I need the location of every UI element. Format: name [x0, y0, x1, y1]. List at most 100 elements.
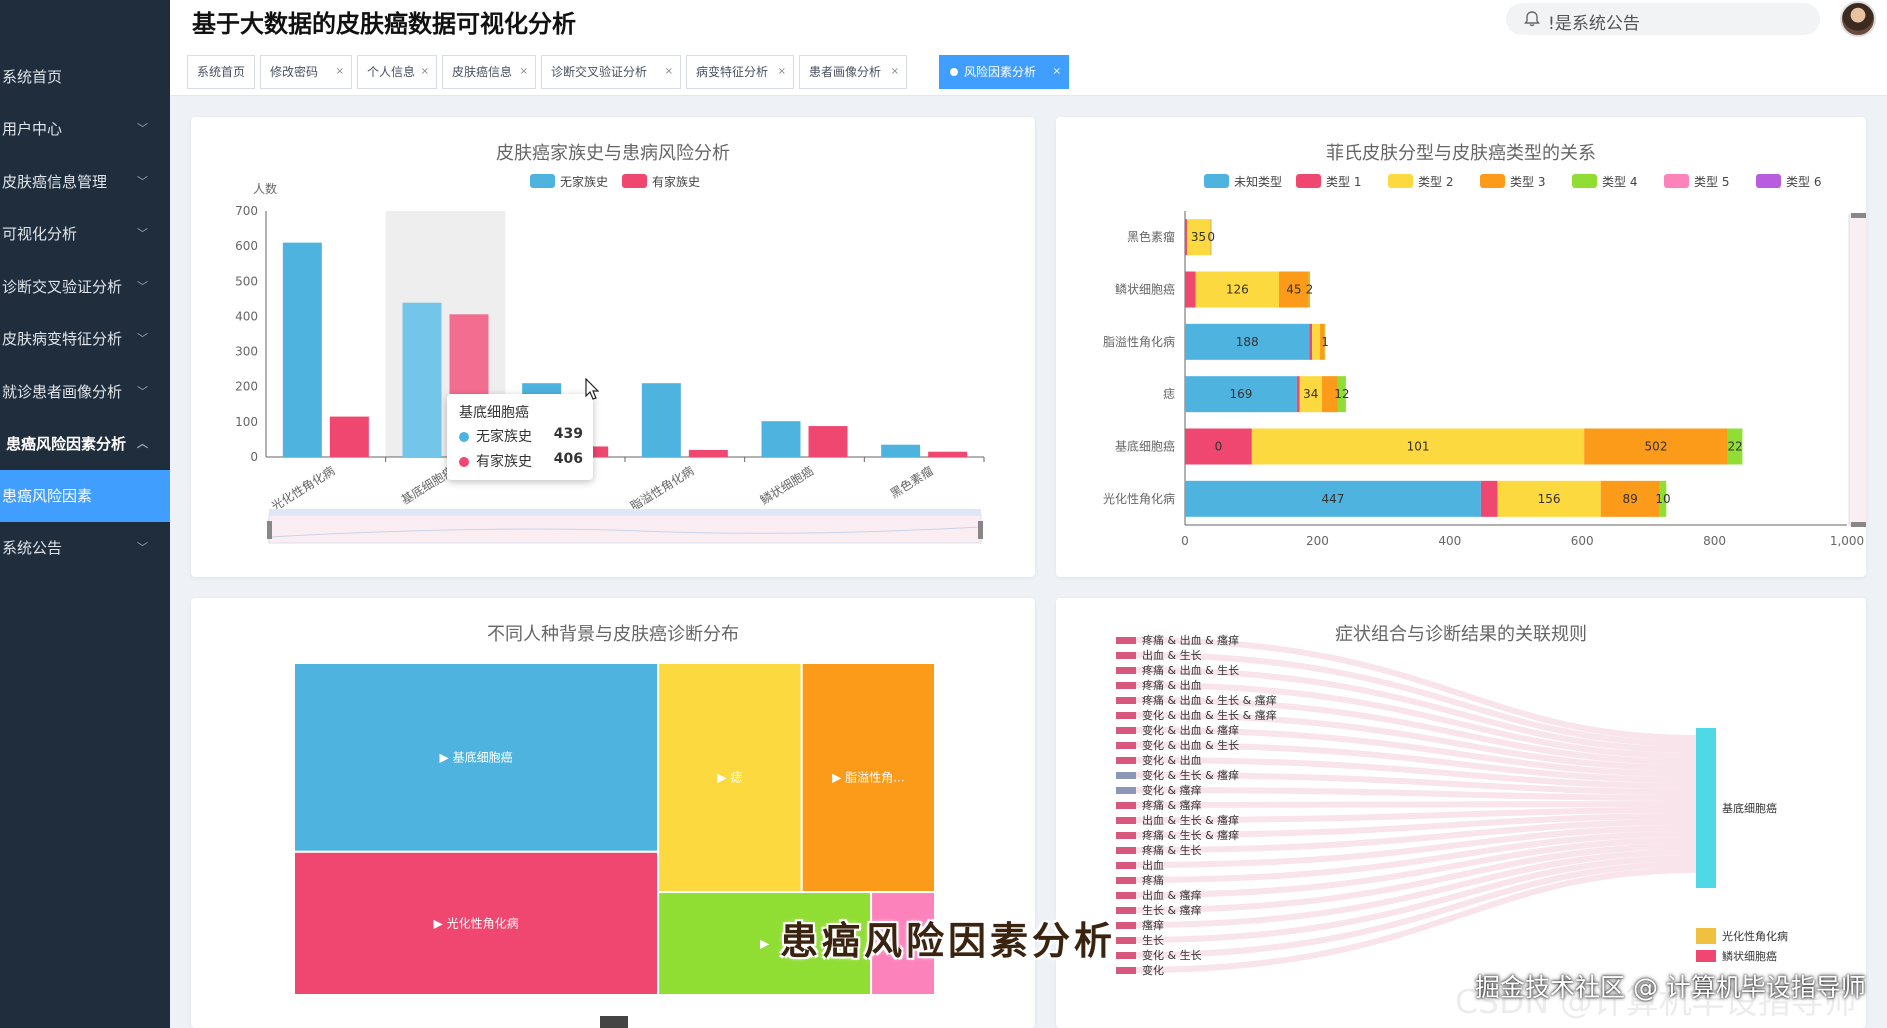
sankey-source-label: 疼痛: [1142, 873, 1164, 887]
sidebar-item-home[interactable]: 系统首页: [0, 51, 170, 103]
tab-label: 病变特征分析: [696, 65, 769, 79]
sidebar-item-risk-factors[interactable]: 患癌风险因素: [0, 470, 170, 522]
tab-skin-cancer-info[interactable]: 皮肤癌信息 ×: [442, 55, 536, 89]
sankey-source-node: [1116, 802, 1136, 809]
close-icon[interactable]: ×: [520, 56, 528, 88]
legend-label: 类型 6: [1786, 175, 1821, 189]
legend-swatch: [1204, 174, 1229, 188]
stacked-bar-segment: [1296, 376, 1300, 413]
data-label: 89: [1623, 492, 1638, 506]
x-tick-label: 黑色素瘤: [887, 463, 936, 501]
sidebar-item-lesion-features[interactable]: 皮肤病变特征分析 ﹀: [0, 313, 170, 365]
x-tick-label: 0: [1181, 534, 1189, 548]
sankey-source-label: 疼痛 & 出血 & 瘙痒: [1142, 633, 1239, 647]
sankey-source-label: 疼痛 & 瘙痒: [1142, 798, 1202, 812]
legend-label: 未知类型: [1234, 175, 1282, 189]
data-label: 502: [1645, 440, 1668, 454]
tab-change-password[interactable]: 修改密码 ×: [260, 55, 352, 89]
sankey-source-node: [1116, 727, 1136, 734]
tooltip-title: 基底细胞癌: [459, 405, 529, 421]
sankey-source-node: [1116, 922, 1136, 929]
legend-swatch: [1664, 174, 1689, 188]
y-tick-label: 光化性角化病: [1103, 491, 1175, 506]
tab-cross-validation[interactable]: 诊断交叉验证分析 ×: [541, 55, 681, 89]
chevron-down-icon: ﹀: [137, 175, 148, 188]
sankey-source-node: [1116, 967, 1136, 974]
sankey-source-label: 疼痛 & 生长: [1142, 843, 1202, 857]
sidebar: 系统首页 用户中心 ﹀ 皮肤癌信息管理 ﹀ 可视化分析 ﹀ 诊断交叉验证分析 ﹀ 皮肤病…: [0, 0, 170, 1028]
close-icon[interactable]: ×: [665, 56, 673, 88]
sankey-source-label: 变化 & 出血: [1142, 753, 1202, 767]
zoom-handle-right: [978, 521, 983, 539]
sidebar-item-announcements[interactable]: 系统公告 ﹀: [0, 522, 170, 574]
chart-tooltip: 基底细胞癌 无家族史 439 有家族史 406: [447, 394, 593, 480]
sankey-source-node: [1116, 847, 1136, 854]
chevron-down-icon: ﹀: [137, 541, 148, 554]
tooltip-series-name: 无家族史: [476, 429, 532, 445]
zoom-slider-track: [1848, 214, 1866, 526]
tab-profile[interactable]: 个人信息 ×: [357, 55, 437, 89]
sidebar-item-user-center[interactable]: 用户中心 ﹀: [0, 103, 170, 155]
association-sankey-chart: 疼痛 & 出血 & 瘙痒出血 & 生长疼痛 & 出血 & 生长疼痛 & 出血疼痛…: [1116, 633, 1788, 977]
y-tick-label: 200: [235, 380, 258, 394]
x-tick-label: 400: [1438, 534, 1461, 548]
close-icon[interactable]: ×: [1053, 56, 1061, 88]
tab-patient-profile[interactable]: 患者画像分析 ×: [799, 55, 907, 89]
sankey-source-node: [1116, 817, 1136, 824]
chevron-down-icon: ﹀: [137, 332, 148, 345]
sankey-source-label: 疼痛 & 生长 & 瘙痒: [1142, 828, 1239, 842]
tab-risk-factor-analysis[interactable]: 风险因素分析 ×: [939, 55, 1069, 89]
legend-label: 无家族史: [560, 174, 608, 189]
chevron-down-icon: ﹀: [137, 385, 148, 398]
tab-lesion-analysis[interactable]: 病变特征分析 ×: [686, 55, 794, 89]
notice-search-box[interactable]: !是系统公告: [1506, 3, 1820, 35]
notice-placeholder: !是系统公告: [1548, 14, 1640, 34]
sidebar-item-label: 患癌风险因素: [2, 487, 93, 505]
sidebar-item-patient-profile[interactable]: 就诊患者画像分析 ﹀: [0, 366, 170, 418]
sankey-source-node: [1116, 712, 1136, 719]
sankey-source-node: [1116, 892, 1136, 899]
x-tick-label: 600: [1571, 534, 1594, 548]
y-tick-label: 300: [235, 345, 258, 359]
y-tick-label: 黑色素瘤: [1127, 229, 1175, 244]
close-icon[interactable]: ×: [421, 56, 429, 88]
y-tick-label: 600: [235, 239, 258, 253]
close-icon[interactable]: ×: [778, 56, 786, 88]
sidebar-item-label: 诊断交叉验证分析: [2, 278, 123, 296]
treemap-label: ▶ 脂溢性角...: [832, 770, 905, 785]
sidebar-item-label: 皮肤病变特征分析: [2, 330, 123, 348]
bar: [808, 426, 848, 457]
sidebar-item-cross-validation[interactable]: 诊断交叉验证分析 ﹀: [0, 261, 170, 313]
y-axis-label: 人数: [253, 181, 277, 196]
legend-swatch: [1296, 174, 1321, 188]
data-label: 126: [1226, 283, 1249, 297]
data-label: 12: [1334, 387, 1349, 401]
sankey-source-label: 疼痛 & 出血 & 生长: [1142, 663, 1239, 677]
sidebar-item-skin-cancer-info[interactable]: 皮肤癌信息管理 ﹀: [0, 156, 170, 208]
zoom-handle-top: [1851, 213, 1866, 218]
data-label: 45: [1286, 283, 1301, 297]
close-icon[interactable]: ×: [891, 56, 899, 88]
sankey-source-node: [1116, 862, 1136, 869]
legend-swatch: [1480, 174, 1505, 188]
tab-home[interactable]: 系统首页: [187, 55, 255, 89]
sankey-source-node: [1116, 952, 1136, 959]
scrollbar-thumb[interactable]: [600, 1016, 628, 1028]
sankey-source-node: [1116, 877, 1136, 884]
sidebar-item-visualization[interactable]: 可视化分析 ﹀: [0, 208, 170, 260]
sankey-source-node: [1116, 682, 1136, 689]
app-title: 基于大数据的皮肤癌数据可视化分析: [192, 10, 576, 38]
x-tick-label: 200: [1306, 534, 1329, 548]
sidebar-item-risk-factor-analysis[interactable]: 患癌风险因素分析 ︿: [0, 418, 170, 470]
data-label: 35: [1191, 230, 1206, 244]
data-label: 169: [1229, 387, 1252, 401]
sidebar-item-label: 就诊患者画像分析: [2, 383, 123, 401]
sankey-source-label: 出血 & 生长 & 瘙痒: [1142, 813, 1239, 827]
avatar[interactable]: [1840, 1, 1876, 37]
data-label: 34: [1303, 387, 1318, 401]
sidebar-item-label: 皮肤癌信息管理: [2, 173, 108, 191]
fitzpatrick-panel: 菲氏皮肤分型与皮肤癌类型的关系 未知类型 类型 1 类型 2 类型 3 类型 4 类型 5…: [1056, 117, 1866, 577]
legend-swatch: [1572, 174, 1597, 188]
close-icon[interactable]: ×: [336, 56, 344, 88]
sankey-source-node: [1116, 697, 1136, 704]
